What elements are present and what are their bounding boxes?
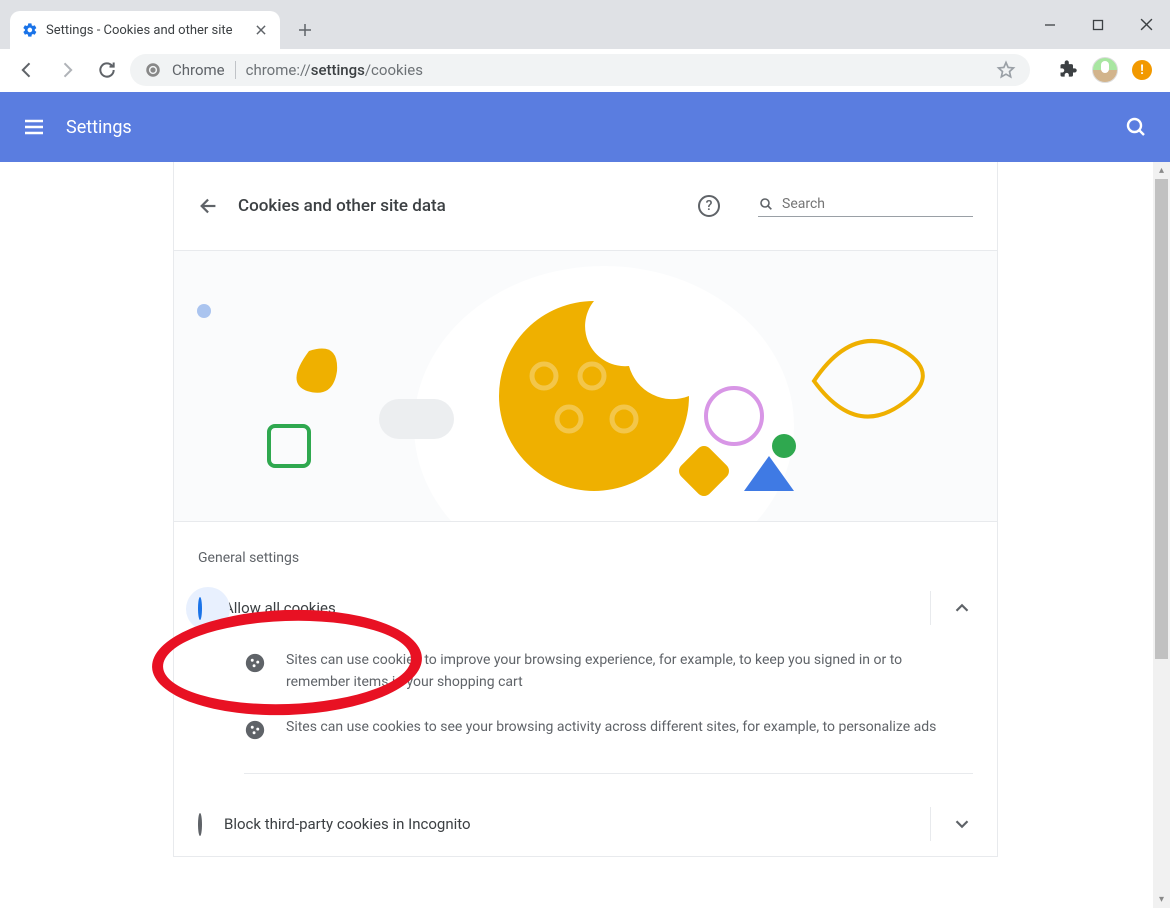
header-search-icon[interactable] — [1124, 115, 1148, 139]
settings-gear-icon — [22, 22, 38, 38]
chevron-up-icon[interactable] — [951, 597, 973, 619]
tab-strip: Settings - Cookies and other site — [0, 0, 1170, 49]
bookmark-star-icon[interactable] — [996, 60, 1016, 80]
site-info-icon[interactable] — [144, 61, 162, 79]
chevron-down-icon[interactable] — [951, 813, 973, 835]
option-label: Block third-party cookies in Incognito — [224, 815, 920, 833]
tab-close-icon[interactable] — [254, 23, 268, 37]
page-title: Cookies and other site data — [238, 196, 446, 216]
cookie-icon — [244, 719, 266, 741]
omnibox-divider — [235, 61, 236, 79]
option-label: Allow all cookies — [224, 599, 920, 617]
new-tab-button[interactable] — [290, 15, 320, 45]
scroll-thumb[interactable] — [1155, 179, 1168, 659]
search-icon — [758, 196, 774, 212]
window-controls — [1026, 0, 1170, 49]
vertical-scrollbar[interactable]: ▴ ▾ — [1153, 162, 1170, 908]
hero-illustration — [174, 250, 997, 522]
update-warning-icon[interactable]: ! — [1132, 60, 1152, 80]
option-detail-text: Sites can use cookies to see your browsi… — [286, 717, 936, 741]
maximize-button[interactable] — [1074, 0, 1122, 49]
browser-tab[interactable]: Settings - Cookies and other site — [10, 11, 280, 49]
address-bar[interactable]: Chrome chrome://settings/cookies — [130, 54, 1030, 86]
reload-button[interactable] — [90, 53, 124, 87]
profile-avatar[interactable] — [1092, 57, 1118, 83]
option-detail-text: Sites can use cookies to improve your br… — [286, 650, 956, 693]
settings-search-input[interactable] — [782, 196, 973, 212]
radio-unselected-icon[interactable] — [198, 813, 202, 836]
extensions-icon[interactable] — [1058, 60, 1078, 80]
scroll-up-arrow-icon[interactable]: ▴ — [1153, 162, 1170, 179]
cookie-icon — [244, 652, 266, 674]
menu-hamburger-icon[interactable] — [22, 115, 46, 139]
help-icon[interactable]: ? — [698, 195, 720, 217]
settings-back-icon[interactable] — [198, 195, 220, 217]
tab-title: Settings - Cookies and other site — [46, 23, 254, 38]
content-region: Cookies and other site data ? — [0, 162, 1170, 908]
scroll-down-arrow-icon[interactable]: ▾ — [1153, 891, 1170, 908]
option-detail-row: Sites can use cookies to see your browsi… — [174, 707, 997, 755]
settings-search-field[interactable] — [758, 196, 973, 217]
browser-toolbar: Chrome chrome://settings/cookies ! — [0, 49, 1170, 92]
minimize-button[interactable] — [1026, 0, 1074, 49]
option-allow-all-cookies[interactable]: Allow all cookies — [174, 576, 997, 640]
close-window-button[interactable] — [1122, 0, 1170, 49]
option-block-third-party-incognito[interactable]: Block third-party cookies in Incognito — [174, 792, 997, 856]
section-label: General settings — [174, 522, 997, 576]
settings-header-title: Settings — [66, 117, 132, 138]
settings-card: Cookies and other site data ? — [173, 162, 998, 857]
settings-app-header: Settings — [0, 92, 1170, 162]
radio-selected-icon[interactable] — [198, 597, 202, 620]
forward-button[interactable] — [50, 53, 84, 87]
omnibox-chrome-label: Chrome — [172, 61, 225, 79]
omnibox-url: chrome://settings/cookies — [246, 61, 423, 79]
option-detail-row: Sites can use cookies to improve your br… — [174, 640, 997, 707]
back-button[interactable] — [10, 53, 44, 87]
card-header: Cookies and other site data ? — [174, 162, 997, 250]
